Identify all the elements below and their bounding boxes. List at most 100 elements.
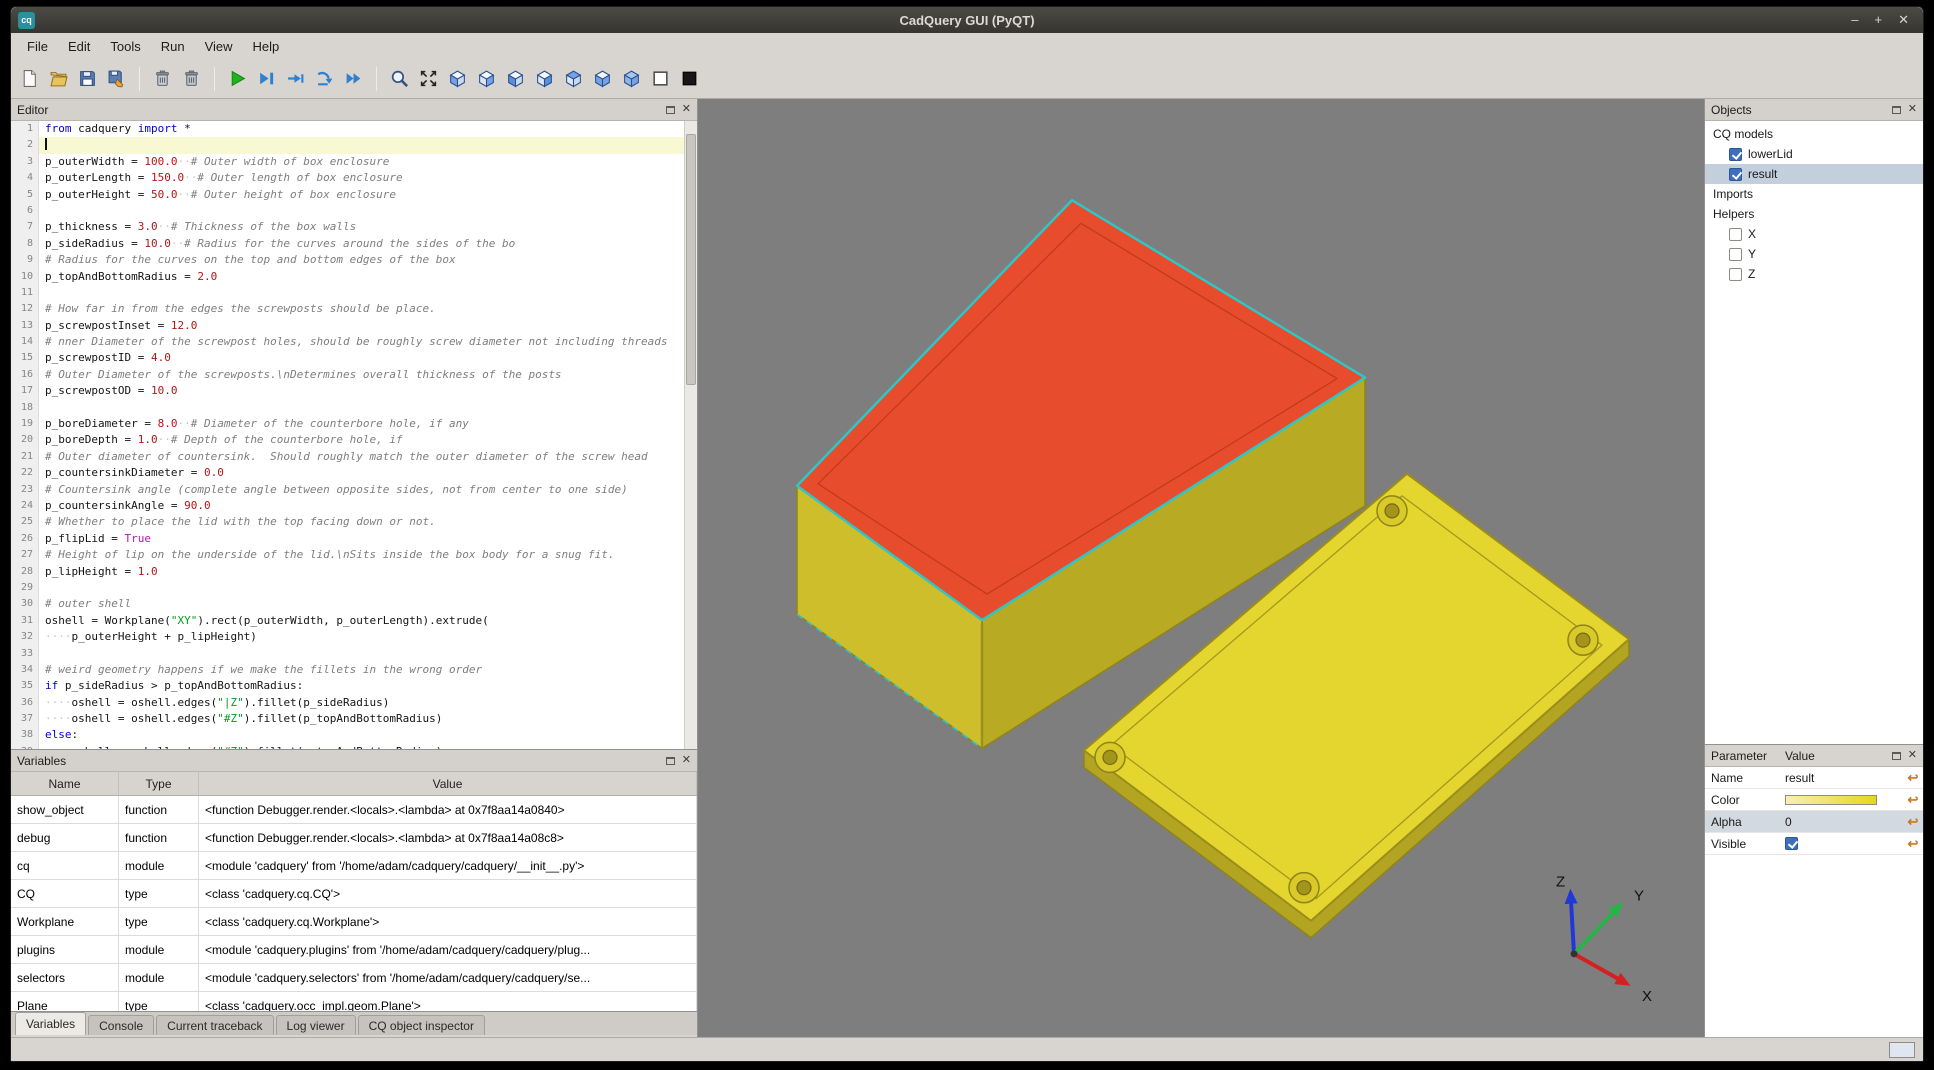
debug-button[interactable] <box>252 64 281 94</box>
code-text[interactable]: p_lipHeight = 1.0 <box>39 564 684 580</box>
render-button[interactable] <box>223 64 252 94</box>
code-line-3[interactable]: 3p_outerWidth = 100.0··# Outer width of … <box>11 154 684 170</box>
tab-log-viewer[interactable]: Log viewer <box>276 1015 356 1035</box>
code-text[interactable]: p_countersinkAngle = 90.0 <box>39 498 684 514</box>
tab-console[interactable]: Console <box>88 1015 154 1035</box>
reset-icon[interactable]: ↩ <box>1903 770 1923 786</box>
code-text[interactable]: p_flipLid = True <box>39 531 684 547</box>
code-line-14[interactable]: 14# nner Diameter of the screwpost holes… <box>11 334 684 350</box>
param-row-alpha[interactable]: Alpha0↩ <box>1705 811 1923 833</box>
view-left-button[interactable] <box>501 64 530 94</box>
close-panel-icon[interactable]: ✕ <box>682 104 691 115</box>
screw-hole[interactable] <box>1377 496 1407 526</box>
continue-button[interactable] <box>339 64 368 94</box>
fit-view-button[interactable] <box>414 64 443 94</box>
code-line-26[interactable]: 26p_flipLid = True <box>11 531 684 547</box>
column-header-name[interactable]: Name <box>11 772 119 795</box>
menu-view[interactable]: View <box>195 36 243 57</box>
variable-row-Workplane[interactable]: Workplanetype<class 'cadquery.cq.Workpla… <box>11 908 697 936</box>
code-text[interactable] <box>39 137 684 153</box>
tab-cq-object-inspector[interactable]: CQ object inspector <box>358 1015 485 1035</box>
menu-tools[interactable]: Tools <box>100 36 150 57</box>
close-panel-icon[interactable]: ✕ <box>682 755 691 766</box>
code-line-7[interactable]: 7p_thickness = 3.0··# Thickness of the b… <box>11 219 684 235</box>
variable-row-show_object[interactable]: show_objectfunction<function Debugger.re… <box>11 796 697 824</box>
code-line-34[interactable]: 34# weird geometry happens if we make th… <box>11 662 684 678</box>
code-line-11[interactable]: 11 <box>11 285 684 301</box>
code-text[interactable]: # How far in from the edges the screwpos… <box>39 301 684 317</box>
view-bottom-button[interactable] <box>588 64 617 94</box>
code-line-4[interactable]: 4p_outerLength = 150.0··# Outer length o… <box>11 170 684 186</box>
code-text[interactable]: # Height of lip on the underside of the … <box>39 547 684 563</box>
menu-edit[interactable]: Edit <box>58 36 100 57</box>
code-text[interactable]: else: <box>39 727 684 743</box>
code-text[interactable]: # Countersink angle (complete angle betw… <box>39 482 684 498</box>
variable-row-Plane[interactable]: Planetype<class 'cadquery.occ_impl.geom.… <box>11 992 697 1011</box>
reset-icon[interactable]: ↩ <box>1903 792 1923 808</box>
reset-icon[interactable]: ↩ <box>1903 836 1923 852</box>
code-line-38[interactable]: 38else: <box>11 727 684 743</box>
code-line-29[interactable]: 29 <box>11 580 684 596</box>
code-text[interactable]: p_screwpostOD = 10.0 <box>39 383 684 399</box>
menu-run[interactable]: Run <box>151 36 195 57</box>
tree-group-helpers[interactable]: Helpers <box>1705 204 1923 224</box>
color-swatch[interactable] <box>1785 795 1877 805</box>
save-script-button[interactable] <box>73 64 102 94</box>
visibility-checkbox[interactable] <box>1729 248 1742 261</box>
close-button[interactable]: ✕ <box>1898 7 1909 33</box>
code-line-1[interactable]: 1from cadquery import * <box>11 121 684 137</box>
code-text[interactable]: ····oshell = oshell.edges("#Z").fillet(p… <box>39 744 684 749</box>
code-text[interactable]: p_sideRadius = 10.0··# Radius for the cu… <box>39 236 684 252</box>
code-line-27[interactable]: 27# Height of lip on the underside of th… <box>11 547 684 563</box>
code-editor[interactable]: 1from cadquery import *23p_outerWidth = … <box>11 121 697 749</box>
code-text[interactable]: if p_sideRadius > p_topAndBottomRadius: <box>39 678 684 694</box>
param-row-color[interactable]: Color↩ <box>1705 789 1923 811</box>
code-text[interactable]: # Whether to place the lid with the top … <box>39 514 684 530</box>
code-line-32[interactable]: 32····p_outerHeight + p_lipHeight) <box>11 629 684 645</box>
open-script-button[interactable] <box>44 64 73 94</box>
code-line-25[interactable]: 25# Whether to place the lid with the to… <box>11 514 684 530</box>
float-panel-icon[interactable] <box>666 757 675 765</box>
code-text[interactable]: # Radius for the curves on the top and b… <box>39 252 684 268</box>
code-text[interactable] <box>39 400 684 416</box>
param-value[interactable]: 0 <box>1785 815 1903 829</box>
new-script-button[interactable] <box>15 64 44 94</box>
code-line-13[interactable]: 13p_screwpostInset = 12.0 <box>11 318 684 334</box>
tree-item-y[interactable]: Y <box>1705 244 1923 264</box>
code-text[interactable]: p_thickness = 3.0··# Thickness of the bo… <box>39 219 684 235</box>
code-text[interactable]: # outer shell <box>39 596 684 612</box>
code-line-8[interactable]: 8p_sideRadius = 10.0··# Radius for the c… <box>11 236 684 252</box>
code-line-37[interactable]: 37····oshell = oshell.edges("#Z").fillet… <box>11 711 684 727</box>
code-line-19[interactable]: 19p_boreDiameter = 8.0··# Diameter of th… <box>11 416 684 432</box>
code-text[interactable]: p_outerLength = 150.0··# Outer length of… <box>39 170 684 186</box>
code-text[interactable]: p_boreDiameter = 8.0··# Diameter of the … <box>39 416 684 432</box>
float-panel-icon[interactable] <box>666 106 675 114</box>
close-panel-icon[interactable]: ✕ <box>1908 750 1917 761</box>
visibility-checkbox[interactable] <box>1729 268 1742 281</box>
tree-item-x[interactable]: X <box>1705 224 1923 244</box>
code-text[interactable]: p_screwpostInset = 12.0 <box>39 318 684 334</box>
code-line-36[interactable]: 36····oshell = oshell.edges("|Z").fillet… <box>11 695 684 711</box>
menu-file[interactable]: File <box>17 36 58 57</box>
column-header-value[interactable]: Value <box>199 772 697 795</box>
param-value[interactable] <box>1785 837 1903 850</box>
variable-row-debug[interactable]: debugfunction<function Debugger.render.<… <box>11 824 697 852</box>
delete-button[interactable] <box>177 64 206 94</box>
code-line-5[interactable]: 5p_outerHeight = 50.0··# Outer height of… <box>11 187 684 203</box>
code-text[interactable]: p_boreDepth = 1.0··# Depth of the counte… <box>39 432 684 448</box>
view-top-button[interactable] <box>559 64 588 94</box>
tree-item-lowerlid[interactable]: lowerLid <box>1705 144 1923 164</box>
code-text[interactable] <box>39 285 684 301</box>
code-line-23[interactable]: 23# Countersink angle (complete angle be… <box>11 482 684 498</box>
zoom-button[interactable] <box>385 64 414 94</box>
visibility-checkbox[interactable] <box>1729 228 1742 241</box>
column-header-type[interactable]: Type <box>119 772 199 795</box>
variable-row-plugins[interactable]: pluginsmodule<module 'cadquery.plugins' … <box>11 936 697 964</box>
code-line-17[interactable]: 17p_screwpostOD = 10.0 <box>11 383 684 399</box>
param-value[interactable] <box>1785 795 1903 805</box>
code-text[interactable]: p_countersinkDiameter = 0.0 <box>39 465 684 481</box>
step-in-button[interactable] <box>310 64 339 94</box>
code-text[interactable]: oshell = Workplane("XY").rect(p_outerWid… <box>39 613 684 629</box>
code-line-15[interactable]: 15p_screwpostID = 4.0 <box>11 350 684 366</box>
minimize-button[interactable]: – <box>1851 7 1858 33</box>
